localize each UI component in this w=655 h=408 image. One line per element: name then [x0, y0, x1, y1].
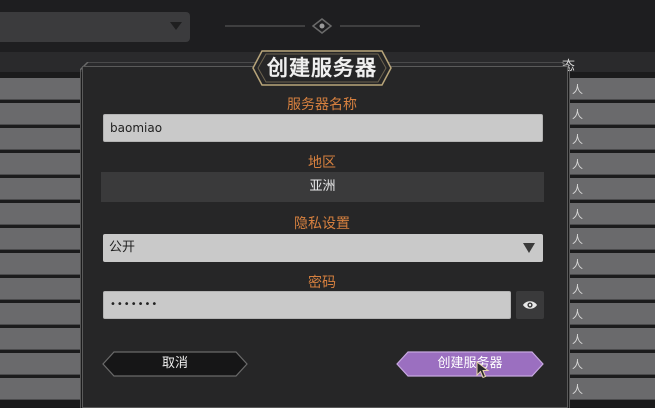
background-row[interactable] [570, 303, 655, 325]
background-row[interactable] [570, 278, 655, 300]
background-row[interactable] [0, 103, 80, 125]
background-server-list-left [0, 78, 80, 403]
background-row[interactable] [0, 253, 80, 275]
background-row[interactable] [0, 353, 80, 375]
cancel-button[interactable]: 取消 [102, 351, 248, 377]
ornament-divider-icon [225, 18, 420, 34]
background-row[interactable] [570, 178, 655, 200]
password-input[interactable]: ••••••• [103, 291, 511, 319]
background-row[interactable] [570, 253, 655, 275]
background-row[interactable] [570, 328, 655, 350]
background-row[interactable] [0, 178, 80, 200]
privacy-label: 隐私设置 [294, 216, 350, 232]
background-row[interactable] [0, 328, 80, 350]
background-row[interactable] [570, 353, 655, 375]
background-row[interactable] [570, 203, 655, 225]
privacy-selected-value: 公开 [109, 240, 136, 255]
dialog-title-plate: 创建服务器 [252, 50, 392, 86]
background-row[interactable] [570, 153, 655, 175]
server-name-label: 服务器名称 [287, 97, 357, 113]
eye-icon [523, 301, 537, 309]
dialog-title: 创建服务器 [267, 56, 377, 80]
background-row[interactable] [570, 78, 655, 100]
caret-down-icon [523, 243, 535, 253]
background-row[interactable] [570, 378, 655, 400]
background-row[interactable] [570, 128, 655, 150]
privacy-select[interactable]: 公开 [103, 234, 543, 262]
caret-down-icon [170, 22, 182, 30]
server-name-input[interactable]: baomiao [103, 114, 543, 142]
background-row[interactable] [570, 228, 655, 250]
show-password-button[interactable] [516, 291, 544, 319]
background-row[interactable] [0, 278, 80, 300]
background-row[interactable] [0, 128, 80, 150]
background-row[interactable] [0, 203, 80, 225]
background-row[interactable] [570, 103, 655, 125]
region-label: 地区 [308, 155, 336, 171]
background-row[interactable] [0, 228, 80, 250]
cancel-button-label: 取消 [161, 356, 188, 371]
background-row[interactable] [0, 153, 80, 175]
background-row[interactable] [0, 78, 80, 100]
background-filter-dropdown[interactable] [0, 12, 190, 42]
mouse-cursor-icon [476, 361, 490, 379]
create-server-button-label: 创建服务器 [437, 356, 503, 371]
create-server-button[interactable]: 创建服务器 [396, 351, 544, 377]
password-label: 密码 [308, 275, 336, 291]
background-row[interactable] [0, 303, 80, 325]
background-row[interactable] [0, 378, 80, 400]
region-value[interactable]: 亚洲 [101, 172, 544, 202]
background-server-list-right [570, 78, 655, 403]
